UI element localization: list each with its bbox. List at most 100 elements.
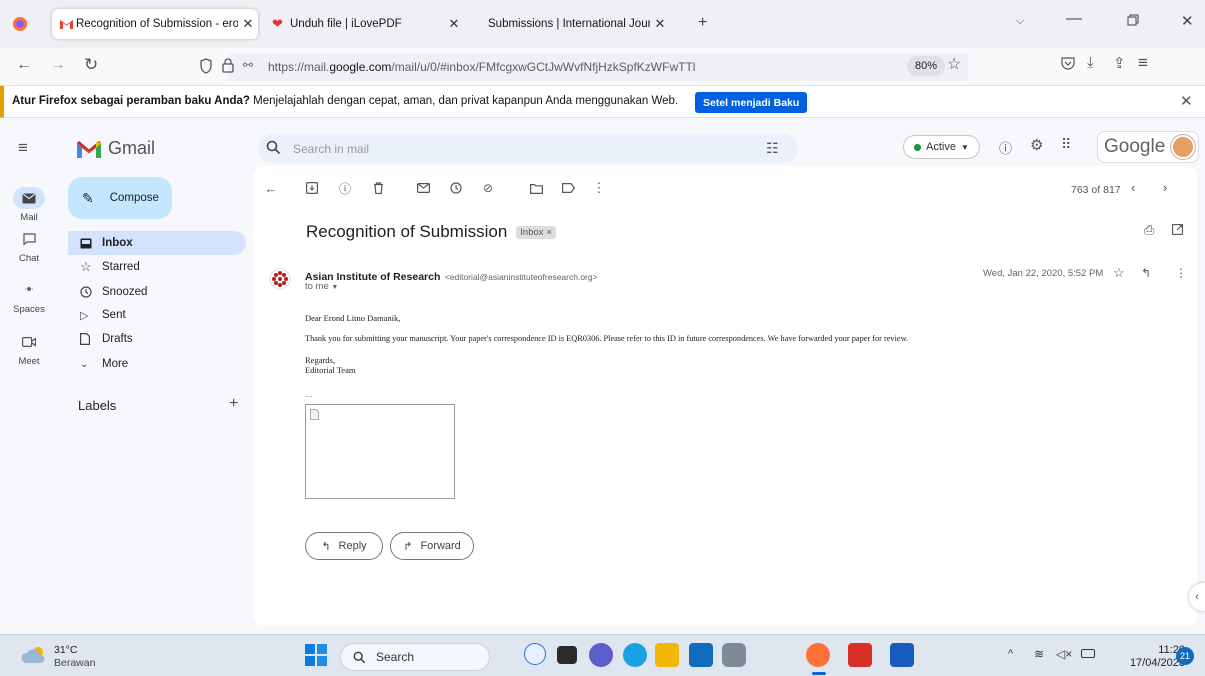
add-label-icon[interactable]: + bbox=[229, 395, 238, 413]
firefox-menu-icon[interactable] bbox=[12, 16, 28, 32]
restore-icon[interactable] bbox=[1127, 14, 1139, 26]
wifi-icon[interactable]: ≋ bbox=[1034, 647, 1044, 661]
pager-text: 763 of 817 bbox=[1071, 184, 1121, 196]
tab-recognition-of-submission[interactable]: Recognition of Submission - ero ✕ bbox=[52, 9, 258, 39]
tab-unduh-file[interactable]: ❤ Unduh file | iLovePDF ✕ bbox=[268, 9, 464, 39]
reply-icon[interactable]: ↰ bbox=[1141, 266, 1151, 280]
recipient-line[interactable]: to me ▼ bbox=[305, 281, 338, 292]
windows-start-icon[interactable] bbox=[305, 644, 327, 666]
search-input[interactable]: Search in mail bbox=[293, 142, 369, 156]
tray-overflow-icon[interactable]: ^ bbox=[1008, 648, 1013, 660]
reply-button[interactable]: ↰ Reply bbox=[305, 532, 383, 560]
share-icon[interactable]: ⇪ bbox=[1113, 54, 1126, 72]
permissions-icon[interactable]: ⚯ bbox=[243, 58, 253, 72]
firefox-taskbar-icon[interactable] bbox=[806, 643, 830, 667]
trimmed-content-ellipsis[interactable]: ... bbox=[305, 389, 313, 399]
search-options-icon[interactable]: ☷ bbox=[766, 140, 779, 157]
task-view-icon[interactable] bbox=[557, 646, 577, 664]
notification-badge[interactable]: 21 bbox=[1176, 647, 1194, 665]
forward-button[interactable]: ↱ Forward bbox=[390, 532, 474, 560]
teams-chat-icon[interactable] bbox=[589, 643, 613, 667]
new-tab-icon[interactable]: + bbox=[698, 14, 707, 32]
sidebar-item-snoozed[interactable]: Snoozed bbox=[68, 280, 246, 304]
rail-item-meet[interactable]: Meet bbox=[0, 331, 58, 367]
delete-trash-icon[interactable] bbox=[371, 181, 385, 195]
weather-cloud-icon[interactable] bbox=[20, 645, 50, 665]
back-to-inbox-icon[interactable]: ← bbox=[264, 181, 278, 196]
active-dot-icon bbox=[914, 143, 921, 151]
chevron-down-icon: ⌄ bbox=[80, 358, 89, 370]
rail-item-spaces[interactable]: ꔹ Spaces bbox=[0, 279, 58, 316]
help-icon[interactable]: ⓘ bbox=[999, 138, 1012, 157]
remove-label-icon[interactable]: × bbox=[547, 227, 553, 238]
inbox-label-chip[interactable]: Inbox × bbox=[516, 225, 557, 239]
more-options-icon[interactable]: ⋮ bbox=[592, 180, 606, 195]
folder-label: Drafts bbox=[102, 333, 133, 345]
archive-icon[interactable] bbox=[305, 181, 319, 195]
rail-item-chat[interactable]: Chat bbox=[0, 228, 58, 264]
open-new-window-icon[interactable] bbox=[1172, 224, 1183, 235]
sidebar-item-drafts[interactable]: Drafts bbox=[68, 327, 246, 351]
downloads-icon[interactable]: ⤓ bbox=[1087, 54, 1094, 71]
sidebar-item-starred[interactable]: ☆ Starred bbox=[68, 255, 246, 279]
prev-email-icon[interactable]: ‹ bbox=[1131, 180, 1135, 195]
sidebar-item-sent[interactable]: ▷ Sent bbox=[68, 303, 246, 327]
back-icon[interactable]: ← bbox=[16, 56, 32, 74]
move-to-folder-icon[interactable] bbox=[529, 181, 543, 195]
file-explorer-icon[interactable] bbox=[655, 643, 679, 667]
tab-close-icon[interactable]: ✕ bbox=[444, 16, 464, 32]
star-email-icon[interactable]: ☆ bbox=[1113, 265, 1125, 281]
mail-app-icon[interactable] bbox=[689, 643, 713, 667]
compose-button[interactable]: ✎ Compose bbox=[68, 177, 172, 219]
app-menu-icon[interactable]: ≡ bbox=[1138, 53, 1148, 73]
apps-grid-icon[interactable]: ⠿ bbox=[1061, 136, 1071, 153]
taskbar-search[interactable]: Search bbox=[340, 643, 490, 671]
lock-icon[interactable] bbox=[222, 58, 234, 73]
message-more-icon[interactable]: ⋮ bbox=[1175, 266, 1187, 280]
status-button[interactable]: Active ▼ bbox=[903, 135, 980, 159]
recipient-details-icon[interactable]: ▼ bbox=[331, 284, 338, 291]
taskbar-search-icon bbox=[353, 651, 366, 664]
tab-submissions[interactable]: Submissions | International Jour ✕ bbox=[474, 9, 670, 39]
tab-close-icon[interactable]: ✕ bbox=[650, 16, 670, 32]
word-app-icon[interactable] bbox=[890, 643, 914, 667]
avatar bbox=[1171, 135, 1196, 159]
camera-app-icon[interactable] bbox=[722, 643, 746, 667]
pdf-app-icon[interactable] bbox=[848, 643, 872, 667]
list-tabs-icon[interactable]: ⌵ bbox=[1016, 15, 1024, 28]
clock-date[interactable]: 17/04/2023 bbox=[1111, 657, 1185, 669]
pocket-icon[interactable] bbox=[1061, 56, 1075, 70]
labels-heading: Labels bbox=[78, 398, 117, 413]
tab-close-icon[interactable]: ✕ bbox=[238, 16, 258, 32]
sidebar-item-more[interactable]: ⌄ More bbox=[68, 352, 246, 376]
search-bar[interactable]: Search in mail ☷ bbox=[258, 134, 798, 163]
search-icon[interactable] bbox=[266, 140, 281, 155]
google-account-button[interactable]: Google bbox=[1097, 131, 1199, 163]
label-tag-icon[interactable] bbox=[561, 181, 575, 195]
volume-icon[interactable]: ◁× bbox=[1056, 647, 1072, 661]
rail-item-mail[interactable]: Mail bbox=[0, 187, 58, 223]
next-email-icon[interactable]: › bbox=[1163, 180, 1167, 195]
bing-icon[interactable] bbox=[524, 643, 546, 665]
sidebar-item-inbox[interactable]: Inbox bbox=[68, 231, 246, 255]
report-spam-icon[interactable]: ⓘ bbox=[338, 181, 352, 196]
minimize-icon[interactable]: — bbox=[1066, 10, 1082, 28]
tracking-shield-icon[interactable] bbox=[199, 58, 213, 74]
notification-close-icon[interactable]: ✕ bbox=[1180, 92, 1193, 110]
window-close-icon[interactable]: ✕ bbox=[1181, 12, 1194, 30]
snooze-clock-icon[interactable] bbox=[449, 181, 463, 195]
print-icon[interactable]: ⎙ bbox=[1144, 222, 1154, 238]
edge-browser-icon[interactable] bbox=[623, 643, 647, 667]
bookmark-star-icon[interactable]: ☆ bbox=[947, 54, 961, 74]
add-to-tasks-icon[interactable]: ⊘ bbox=[481, 181, 495, 195]
battery-icon[interactable] bbox=[1081, 649, 1095, 658]
sender-email: <editorial@asianinstituteofresearch.org> bbox=[444, 272, 598, 282]
mark-unread-icon[interactable] bbox=[416, 181, 430, 195]
forward-icon[interactable]: → bbox=[50, 56, 66, 74]
set-default-button[interactable]: Setel menjadi Baku bbox=[695, 92, 808, 113]
zoom-level[interactable]: 80% bbox=[907, 56, 946, 76]
recipient-text: to me bbox=[305, 281, 329, 292]
reload-icon[interactable]: ↻ bbox=[84, 55, 98, 75]
send-icon: ▷ bbox=[80, 309, 89, 322]
settings-gear-icon[interactable]: ⚙ bbox=[1030, 136, 1043, 154]
